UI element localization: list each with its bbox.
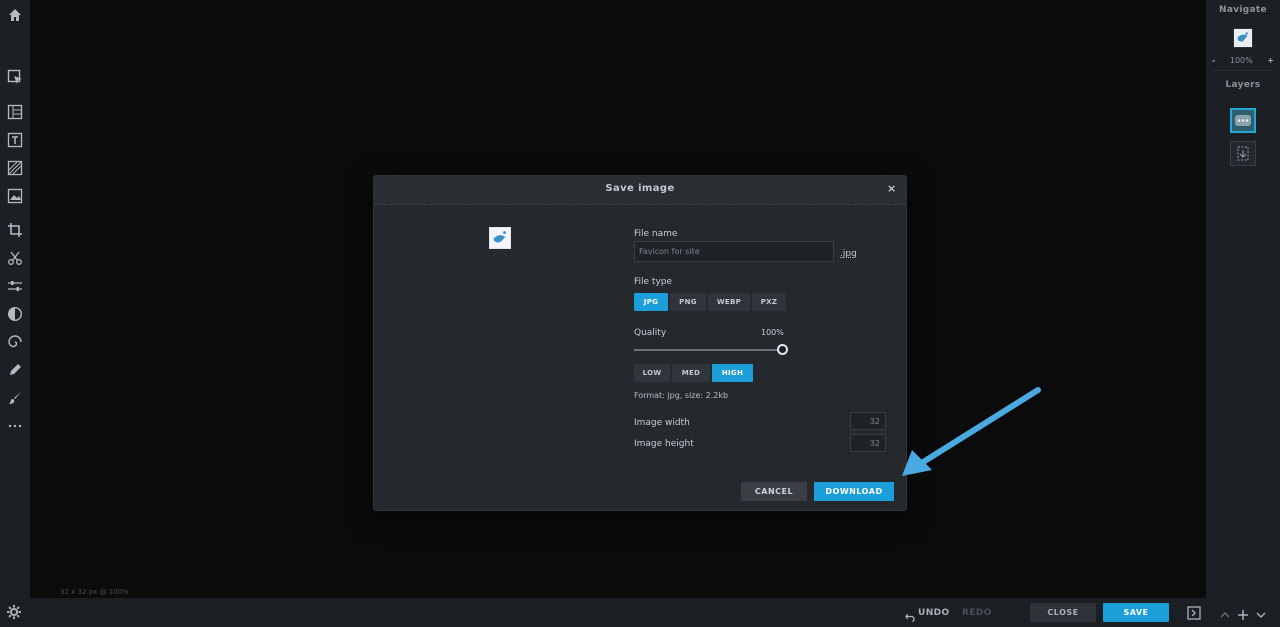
- file-type-png[interactable]: PNG: [670, 293, 706, 311]
- text-icon[interactable]: [5, 130, 25, 150]
- navigator-thumbnail[interactable]: [1233, 28, 1253, 48]
- layers-title: Layers: [1225, 80, 1261, 90]
- canvas-size-info: 32 x 32 px @ 100%: [60, 588, 129, 596]
- format-info: Format: jpg, size: 2.2kb: [634, 391, 729, 400]
- dialog-title: Save image: [605, 183, 675, 194]
- file-type-label: File type: [634, 277, 673, 287]
- spiral-icon[interactable]: [5, 332, 25, 352]
- file-type-pxz[interactable]: PXZ: [752, 293, 786, 311]
- image-height-label: Image height: [634, 439, 694, 449]
- settings-gear-icon[interactable]: [6, 604, 22, 624]
- undo-icon[interactable]: [905, 607, 916, 626]
- more-icon[interactable]: [5, 416, 25, 436]
- image-preview: [489, 227, 511, 249]
- layer-thumbnail-selected[interactable]: [1230, 108, 1256, 133]
- quality-low-button[interactable]: LOW: [634, 364, 670, 382]
- zoom-level: 100%: [1229, 56, 1253, 65]
- chevron-up-icon[interactable]: [1219, 606, 1231, 625]
- file-name-input[interactable]: Favicon for site: [634, 241, 834, 262]
- zoom-in-button[interactable]: +: [1267, 56, 1274, 65]
- zoom-controls: - 100% +: [1212, 56, 1274, 65]
- image-width-label: Image width: [634, 418, 690, 428]
- right-panel: Navigate - 100% + Layers: [1206, 0, 1280, 598]
- quality-high-button[interactable]: HIGH: [712, 364, 753, 382]
- pattern-icon[interactable]: [5, 158, 25, 178]
- image-width-input[interactable]: 32: [850, 412, 886, 430]
- brush-icon[interactable]: [5, 388, 25, 408]
- close-button[interactable]: CLOSE: [1030, 603, 1096, 622]
- image-height-input[interactable]: 32: [850, 434, 886, 452]
- layer-thumbnail[interactable]: [1230, 141, 1256, 166]
- undo-button[interactable]: UNDO: [918, 608, 950, 618]
- panel-divider: [1212, 70, 1274, 71]
- left-toolbar: [0, 0, 30, 627]
- quality-label: Quality: [634, 328, 667, 338]
- dialog-header: Save image ×: [374, 176, 906, 205]
- add-icon[interactable]: [1237, 606, 1249, 625]
- download-button[interactable]: DOWNLOAD: [814, 482, 894, 501]
- scissors-icon[interactable]: [5, 248, 25, 268]
- save-button[interactable]: SAVE: [1103, 603, 1169, 622]
- quality-slider-handle[interactable]: [777, 344, 788, 355]
- cancel-button[interactable]: CANCEL: [741, 482, 807, 501]
- file-type-jpg[interactable]: JPG: [634, 293, 668, 311]
- pencil-icon[interactable]: [5, 360, 25, 380]
- chevron-down-icon[interactable]: [1255, 606, 1267, 625]
- redo-button[interactable]: REDO: [962, 608, 992, 618]
- save-image-dialog: Save image × File name Favicon for site …: [373, 175, 907, 511]
- home-icon[interactable]: [5, 5, 25, 25]
- image-icon[interactable]: [5, 186, 25, 206]
- zoom-out-button[interactable]: -: [1212, 56, 1215, 65]
- quality-value: 100%: [761, 328, 784, 337]
- file-name-label: File name: [634, 229, 678, 239]
- crop-icon[interactable]: [5, 220, 25, 240]
- photo-editor-app: 32 x 32 px @ 100% Navigate - 100% + Laye…: [0, 0, 1280, 627]
- toggle-panel-icon[interactable]: [1187, 605, 1201, 624]
- file-extension: .jpg: [840, 249, 857, 259]
- contrast-icon[interactable]: [5, 304, 25, 324]
- navigate-title: Navigate: [1219, 5, 1267, 15]
- quality-slider-track[interactable]: [634, 349, 780, 351]
- layout-icon[interactable]: [5, 102, 25, 122]
- quality-med-button[interactable]: MED: [672, 364, 710, 382]
- annotation-arrow: [902, 387, 1041, 476]
- close-icon[interactable]: ×: [887, 182, 896, 195]
- select-icon[interactable]: [5, 67, 25, 87]
- file-type-webp[interactable]: WEBP: [708, 293, 750, 311]
- adjust-icon[interactable]: [5, 276, 25, 296]
